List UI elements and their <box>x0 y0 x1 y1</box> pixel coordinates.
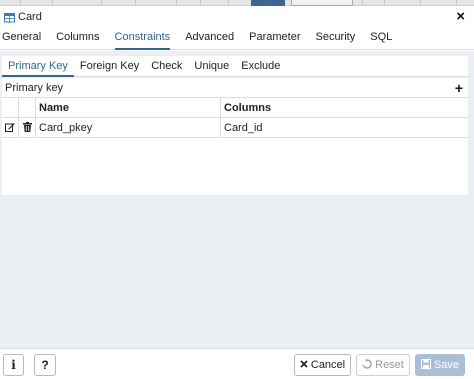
cell-name[interactable]: Card_pkey <box>36 118 221 138</box>
dialog-content: Primary Key Foreign Key Check Unique Exc… <box>0 51 474 348</box>
primary-key-grid: Name Columns Card_pkey Card_id <box>2 98 468 138</box>
subtab-unique[interactable]: Unique <box>188 56 235 77</box>
tab-sql[interactable]: SQL <box>370 28 392 50</box>
close-icon[interactable]: × <box>456 9 465 24</box>
subtab-check[interactable]: Check <box>145 56 188 77</box>
close-icon <box>300 359 308 371</box>
tab-advanced[interactable]: Advanced <box>185 28 234 50</box>
dialog-footer: i ? Cancel Reset Save <box>0 348 474 379</box>
table-icon <box>4 12 15 23</box>
add-row-button[interactable]: + <box>455 80 463 96</box>
recycle-icon <box>362 358 372 372</box>
table-row: Card_pkey Card_id <box>2 118 468 138</box>
panel-header: Primary key + <box>2 78 468 98</box>
floppy-icon <box>420 358 431 372</box>
cell-columns[interactable]: Card_id <box>221 118 468 138</box>
panel-title: Primary key <box>5 81 64 94</box>
tab-security[interactable]: Security <box>315 28 355 50</box>
subtab-foreign-key[interactable]: Foreign Key <box>74 56 145 77</box>
grid-header-spacer <box>19 98 36 118</box>
subtab-exclude[interactable]: Exclude <box>235 56 286 77</box>
grid-header-spacer <box>2 98 19 118</box>
tab-constraints[interactable]: Constraints <box>114 28 171 50</box>
cancel-button[interactable]: Cancel <box>294 354 351 376</box>
column-header-columns: Columns <box>224 102 272 114</box>
grid-header-row: Name Columns <box>2 98 468 118</box>
save-button[interactable]: Save <box>415 354 465 376</box>
reset-label: Reset <box>375 359 404 371</box>
dialog-title: Card <box>18 11 42 23</box>
delete-row-button[interactable] <box>19 118 36 138</box>
primary-key-panel: Primary key + Name Columns Card_pkey Car… <box>2 78 468 195</box>
help-button[interactable]: ? <box>34 354 56 376</box>
tab-parameter[interactable]: Parameter <box>249 28 300 50</box>
subtab-primary-key[interactable]: Primary Key <box>2 56 74 77</box>
column-header-name: Name <box>36 98 221 118</box>
edit-row-button[interactable] <box>2 118 19 138</box>
info-button[interactable]: i <box>3 354 24 376</box>
help-icon: ? <box>41 358 49 372</box>
tab-general[interactable]: General <box>2 28 41 50</box>
edit-icon <box>5 122 15 135</box>
reset-button[interactable]: Reset <box>356 354 410 376</box>
dialog-tabs: General Columns Constraints Advanced Par… <box>0 28 474 50</box>
info-icon: i <box>11 358 16 372</box>
constraint-subtabs: Primary Key Foreign Key Check Unique Exc… <box>2 56 468 77</box>
save-label: Save <box>433 359 460 371</box>
trash-icon <box>22 121 32 135</box>
cancel-label: Cancel <box>310 359 346 371</box>
dialog-titlebar: Card × <box>0 6 474 28</box>
tab-columns[interactable]: Columns <box>56 28 99 50</box>
